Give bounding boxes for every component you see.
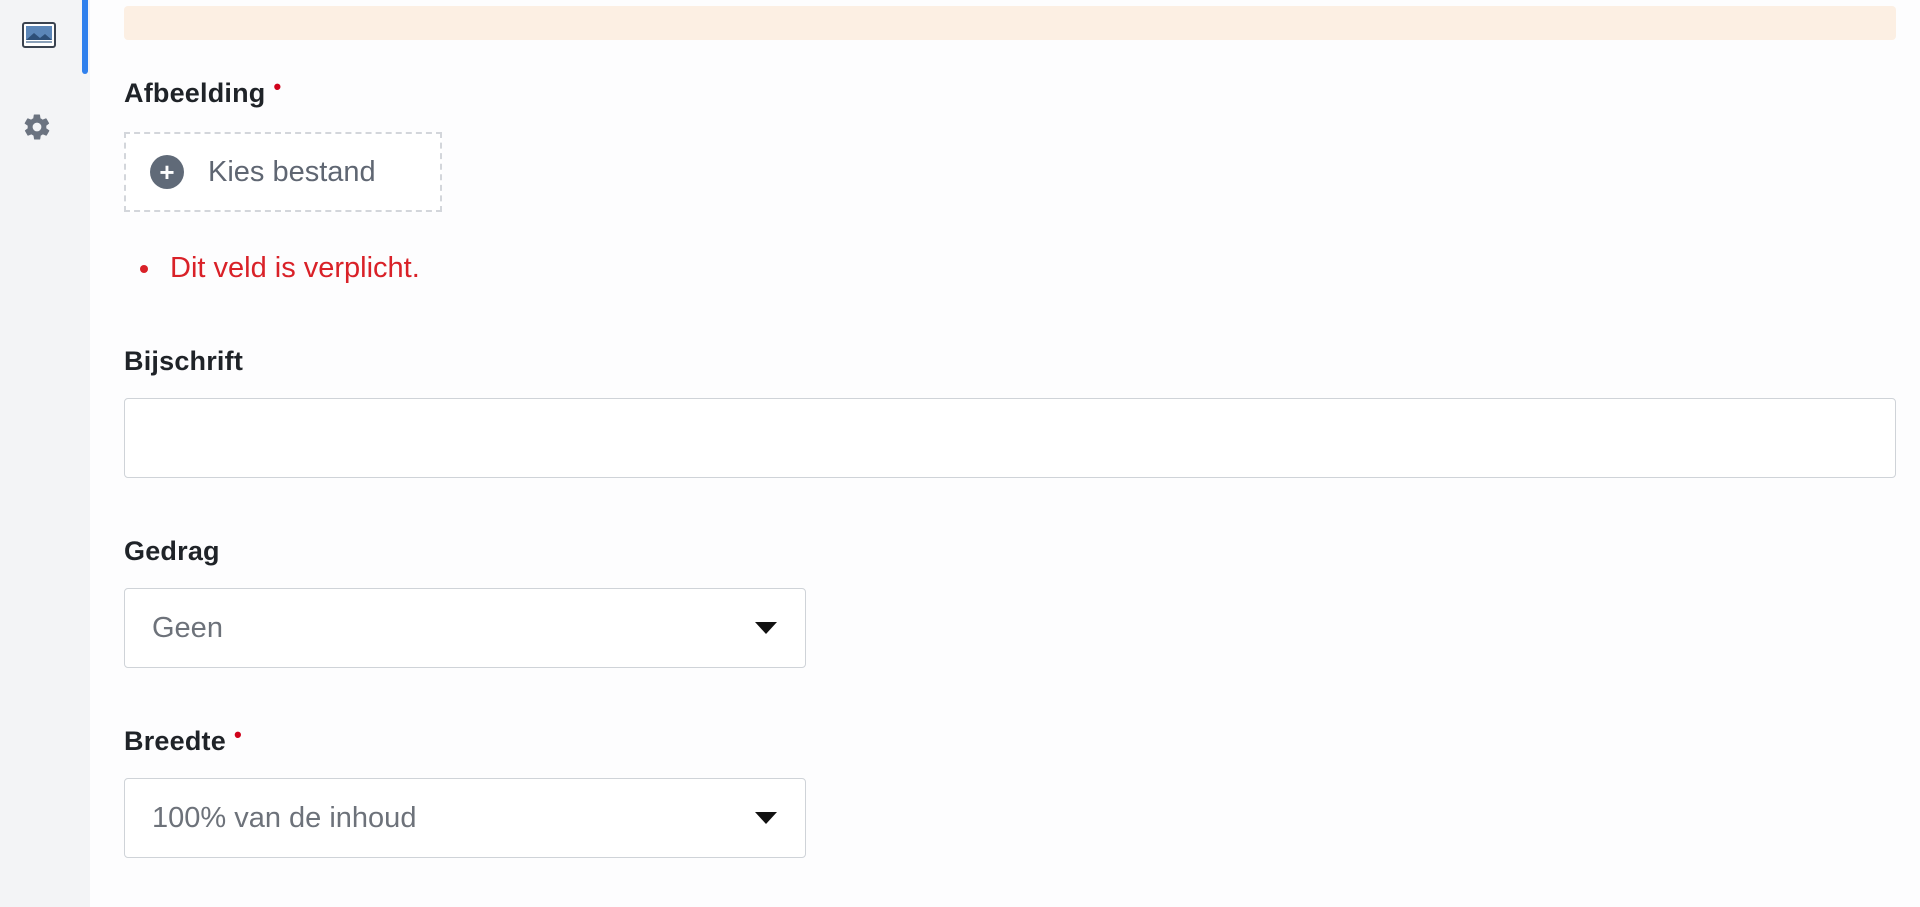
choose-file-label: Kies bestand <box>208 155 376 188</box>
caption-field-label: Bijschrift <box>124 346 243 377</box>
sidebar <box>0 0 90 907</box>
choose-file-button[interactable]: + Kies bestand <box>124 132 442 212</box>
caption-field-label-text: Bijschrift <box>124 346 244 376</box>
width-select[interactable]: 100% van de inhoud <box>124 778 806 858</box>
warning-banner <box>124 6 1896 40</box>
gear-icon <box>22 112 52 147</box>
image-field-label-text: Afbeelding <box>124 78 266 108</box>
required-indicator: • <box>273 74 282 99</box>
sidebar-tab-image[interactable] <box>0 0 90 74</box>
required-indicator: • <box>233 722 242 747</box>
image-icon <box>22 21 56 53</box>
caption-input[interactable] <box>124 398 1896 478</box>
behavior-field-label: Gedrag <box>124 536 220 567</box>
sidebar-tab-settings[interactable] <box>0 92 90 166</box>
plus-circle-icon: + <box>150 155 184 189</box>
width-field-label-text: Breedte <box>124 726 226 756</box>
behavior-field-label-text: Gedrag <box>124 536 220 566</box>
active-tab-indicator <box>82 0 88 74</box>
error-message: Dit veld is verplicht. <box>170 252 420 284</box>
behavior-select[interactable]: Geen <box>124 588 806 668</box>
caret-down-icon <box>755 812 777 824</box>
form-panel: Afbeelding • + Kies bestand Dit veld is v… <box>90 0 1920 907</box>
width-field-label: Breedte • <box>124 722 242 757</box>
error-bullet <box>140 264 148 273</box>
image-field-error: Dit veld is verplicht. <box>140 252 420 285</box>
width-select-value: 100% van de inhoud <box>152 801 417 834</box>
caret-down-icon <box>755 622 777 634</box>
image-field-label: Afbeelding • <box>124 74 281 109</box>
behavior-select-value: Geen <box>152 611 223 644</box>
